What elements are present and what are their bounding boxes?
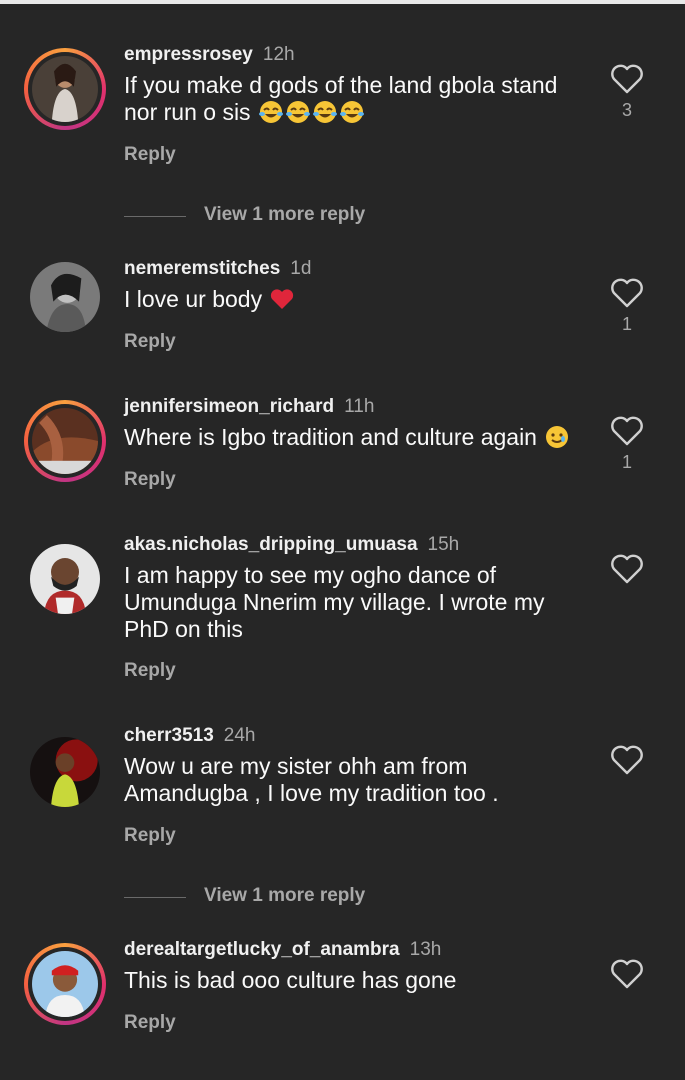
reply-button[interactable]: Reply — [124, 660, 176, 682]
comment-text: Wow u are my sister ohh am from Amandugb… — [124, 753, 499, 806]
view-more-replies[interactable]: View 1 more reply — [124, 204, 444, 228]
username[interactable]: jennifersimeon_richard 11h — [124, 396, 374, 418]
username-text[interactable]: derealtargetlucky_of_anambra — [124, 939, 400, 960]
heart-outline-icon[interactable] — [610, 745, 644, 775]
reply-button[interactable]: Reply — [124, 331, 176, 353]
username-text[interactable]: nemeremstitches — [124, 258, 280, 279]
view-more-label[interactable]: View 1 more reply — [204, 885, 365, 907]
view-more-replies[interactable]: View 1 more reply — [124, 885, 444, 909]
username[interactable]: empressrosey 12h — [124, 44, 295, 66]
avatar[interactable] — [30, 737, 100, 807]
comment-text: Where is Igbo tradition and culture agai… — [124, 424, 584, 451]
heart-outline-icon[interactable] — [610, 64, 644, 94]
like-count: 3 — [621, 100, 632, 120]
username-text[interactable]: jennifersimeon_richard — [124, 396, 334, 417]
comment-text-body: I love ur body — [124, 286, 263, 312]
smiling-face-with-tear-emoji — [546, 426, 569, 448]
username-text[interactable]: cherr3513 — [124, 725, 214, 746]
username[interactable]: akas.nicholas_dripping_umuasa 15h — [124, 534, 459, 556]
username-text[interactable]: akas.nicholas_dripping_umuasa — [124, 534, 418, 555]
view-more-label[interactable]: View 1 more reply — [204, 204, 365, 226]
avatar[interactable] — [24, 943, 106, 1025]
face-with-tears-of-joy-emoji — [312, 101, 337, 123]
avatar[interactable] — [24, 48, 106, 130]
red-heart-emoji — [271, 289, 294, 309]
timestamp: 1d — [290, 258, 312, 279]
face-with-tears-of-joy-emoji — [285, 101, 310, 123]
laugh-emojis — [251, 99, 365, 125]
comment-text-body: Where is Igbo tradition and culture agai… — [124, 424, 537, 450]
top-divider — [0, 0, 685, 4]
username[interactable]: cherr3513 24h — [124, 725, 256, 747]
like-count: 1 — [621, 314, 632, 334]
face-with-tears-of-joy-emoji — [339, 101, 364, 123]
face-with-tears-of-joy-emoji — [258, 101, 283, 123]
heart-outline-icon[interactable] — [610, 554, 644, 584]
heart-outline-icon[interactable] — [610, 416, 644, 446]
comment-text: This is bad ooo culture has gone — [124, 967, 457, 993]
reply-button[interactable]: Reply — [124, 1012, 176, 1034]
like-count: 1 — [621, 452, 632, 472]
username[interactable]: nemeremstitches 1d — [124, 258, 311, 280]
reply-button[interactable]: Reply — [124, 469, 176, 491]
timestamp: 12h — [262, 44, 295, 65]
reply-button[interactable]: Reply — [124, 825, 176, 847]
divider-line — [124, 897, 186, 898]
reply-button[interactable]: Reply — [124, 144, 176, 166]
username[interactable]: derealtargetlucky_of_anambra 13h — [124, 939, 441, 961]
timestamp: 11h — [344, 396, 375, 417]
avatar[interactable] — [30, 544, 100, 614]
timestamp: 24h — [223, 725, 256, 746]
avatar[interactable] — [24, 400, 106, 482]
comment-text: If you make d gods of the land gbola sta… — [124, 72, 584, 126]
comment-text: I am happy to see my ogho dance of Umund… — [124, 562, 545, 642]
avatar[interactable] — [30, 262, 100, 332]
username-text[interactable]: empressrosey — [124, 44, 253, 65]
timestamp: 15h — [427, 534, 460, 555]
comment-text: I love ur body — [124, 286, 584, 313]
timestamp: 13h — [409, 939, 442, 960]
divider-line — [124, 216, 186, 217]
heart-outline-icon[interactable] — [610, 959, 644, 989]
heart-outline-icon[interactable] — [610, 278, 644, 308]
